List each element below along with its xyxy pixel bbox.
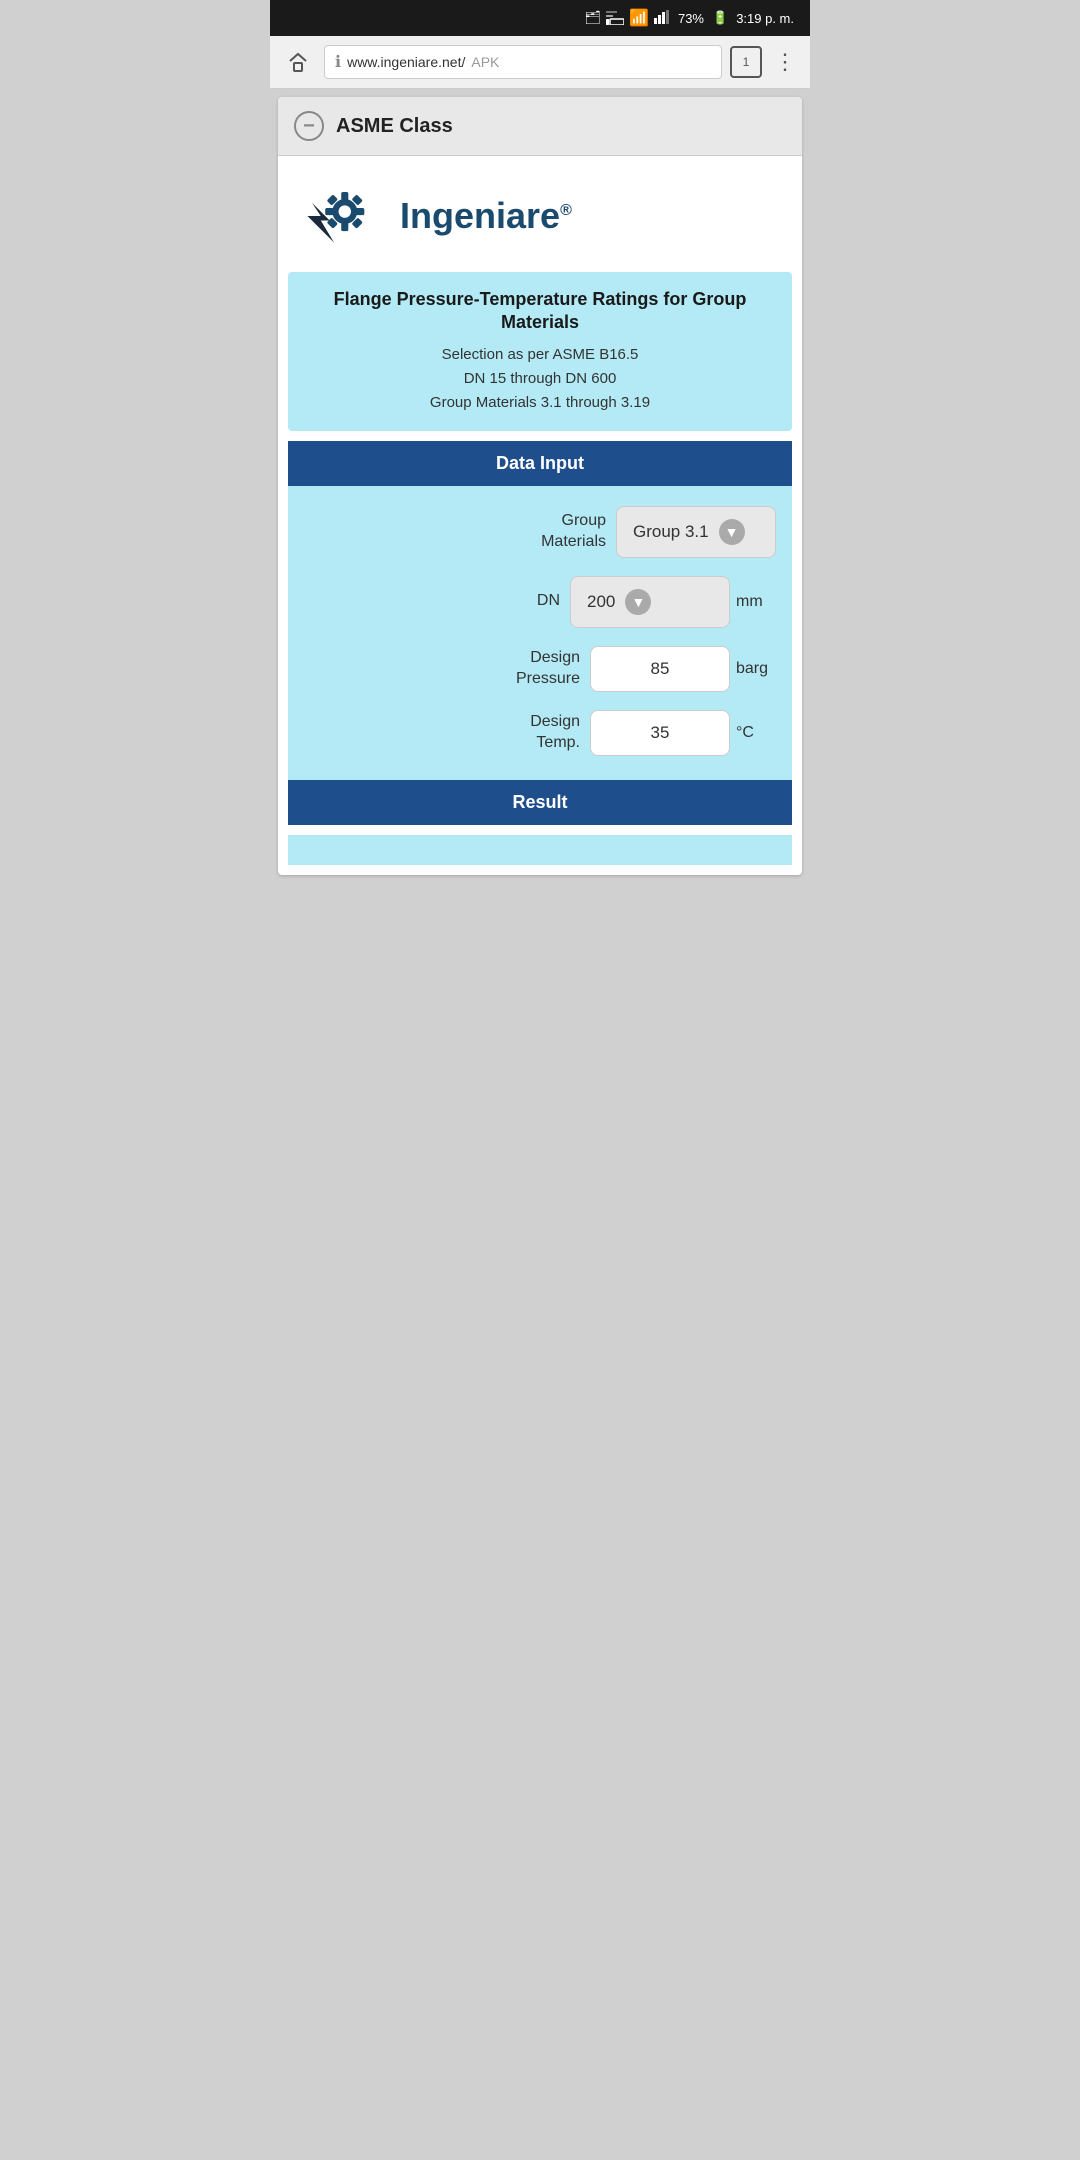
group-materials-label: GroupMaterials: [304, 511, 606, 553]
signal-icon: [654, 10, 670, 27]
design-temp-label: DesignTemp.: [304, 712, 580, 754]
url-base: www.ingeniare.net/: [347, 54, 465, 70]
group-materials-row: GroupMaterials Group 3.1 ▼: [304, 506, 776, 558]
design-pressure-input[interactable]: 85: [590, 646, 730, 692]
group-materials-dropdown[interactable]: Group 3.1 ▼: [616, 506, 776, 558]
wifi-icon: 📶: [629, 8, 649, 28]
design-temp-row: DesignTemp. 35 °C: [304, 710, 776, 756]
group-materials-control: Group 3.1 ▼: [616, 506, 776, 558]
logo-brand-name: Ingeniare®: [400, 195, 572, 236]
url-path: APK: [471, 54, 499, 70]
data-input-label: Data Input: [496, 453, 584, 473]
design-pressure-row: DesignPressure 85 barg: [304, 646, 776, 692]
home-button[interactable]: [280, 44, 316, 80]
browser-chrome: ℹ www.ingeniare.net/APK 1 ⋮: [270, 36, 810, 89]
section-title: ASME Class: [336, 115, 453, 138]
info-icon: ℹ: [335, 52, 341, 72]
main-content-card: − ASME Class: [278, 97, 802, 875]
battery-icon: 🔋: [712, 10, 728, 26]
design-temp-input[interactable]: 35: [590, 710, 730, 756]
data-input-bar: Data Input: [288, 441, 792, 486]
design-temp-control: 35 °C: [590, 710, 776, 756]
design-pressure-label: DesignPressure: [304, 648, 580, 690]
result-area: [288, 835, 792, 865]
cast-icon: [606, 9, 624, 28]
design-pressure-unit: barg: [736, 660, 776, 678]
battery-percentage: 73%: [678, 11, 704, 26]
status-icons: 🗂 📶: [585, 8, 670, 28]
info-title: Flange Pressure-Temperature Ratings for …: [304, 288, 776, 335]
dn-control: 200 ▼ mm: [570, 576, 776, 628]
status-bar: 🗂 📶 73% 🔋 3:19 p. m.: [270, 0, 810, 36]
time: 3:19 p. m.: [736, 11, 794, 26]
dn-row: DN 200 ▼ mm: [304, 576, 776, 628]
design-pressure-control: 85 barg: [590, 646, 776, 692]
section-header: − ASME Class: [278, 97, 802, 156]
result-label: Result: [512, 792, 567, 812]
logo-text-area: Ingeniare®: [400, 195, 572, 237]
sd-card-icon: 🗂: [585, 10, 602, 26]
result-bar: Result: [288, 780, 792, 825]
tab-count-button[interactable]: 1: [730, 46, 762, 78]
dn-dropdown-arrow: ▼: [625, 589, 651, 615]
info-box: Flange Pressure-Temperature Ratings for …: [288, 272, 792, 431]
logo-icon: [298, 176, 388, 256]
dn-unit: mm: [736, 593, 776, 611]
dn-label: DN: [304, 591, 560, 612]
dn-dropdown[interactable]: 200 ▼: [570, 576, 730, 628]
address-bar[interactable]: ℹ www.ingeniare.net/APK: [324, 45, 722, 79]
data-input-area: GroupMaterials Group 3.1 ▼ DN 200 ▼ mm D…: [288, 486, 792, 780]
collapse-button[interactable]: −: [294, 111, 324, 141]
logo-area: Ingeniare®: [278, 156, 802, 272]
group-materials-dropdown-arrow: ▼: [719, 519, 745, 545]
design-temp-unit: °C: [736, 724, 776, 742]
browser-menu-button[interactable]: ⋮: [770, 49, 800, 75]
info-sub: Selection as per ASME B16.5 DN 15 throug…: [304, 343, 776, 415]
